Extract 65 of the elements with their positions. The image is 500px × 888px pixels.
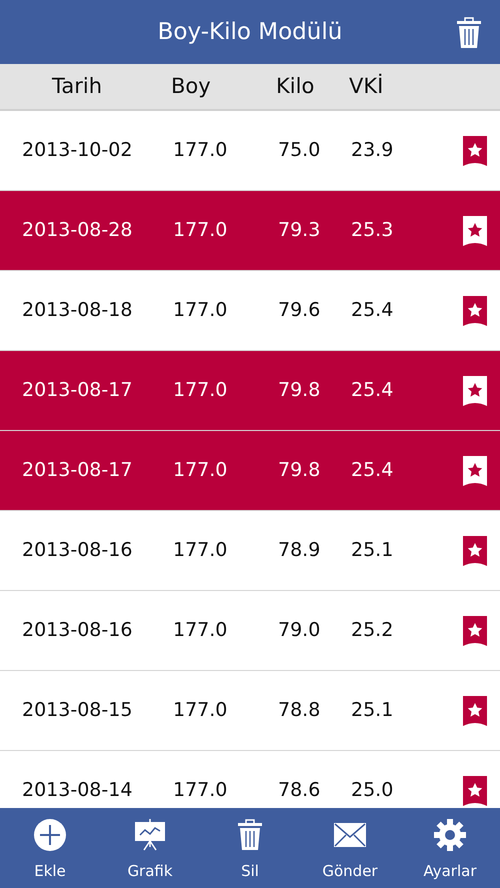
table-cell-text: 177.0 — [173, 378, 228, 404]
table-cell-text: 177.0 — [173, 298, 228, 324]
table-cell-text: 25.1 — [351, 538, 394, 564]
table-cell-text: 2013-08-14 — [22, 778, 132, 804]
table-cell-text: 2013-10-02 — [22, 138, 132, 164]
screen-title: Boy-Kilo Modülü — [158, 18, 342, 47]
table-cell-text: 78.6 — [278, 778, 320, 804]
table-cell-text: 79.8 — [278, 458, 320, 484]
settings-tab[interactable]: Ayarlar — [400, 814, 500, 882]
table-cell-text: 2013-08-17 — [22, 378, 132, 404]
bookmark-star-icon[interactable] — [463, 776, 487, 806]
add-icon — [34, 818, 66, 851]
column-header: Boy — [171, 72, 211, 100]
bookmark-star-icon[interactable] — [463, 456, 487, 486]
table-cell-text: 25.4 — [351, 378, 394, 404]
bookmark-star-icon[interactable] — [463, 616, 487, 646]
table-cell-text: 177.0 — [173, 138, 228, 164]
table-cell-text: 25.4 — [351, 298, 394, 324]
table-cell-text: 78.9 — [278, 538, 320, 564]
table-cell-text: 25.4 — [351, 458, 394, 484]
send-tab[interactable]: Gönder — [300, 814, 400, 882]
table-cell-text: 79.0 — [278, 618, 320, 644]
table-row[interactable]: 2013-08-17 177.0 79.8 25.4 — [0, 351, 500, 431]
delete-button[interactable] — [456, 17, 482, 49]
chart-tab[interactable]: Grafik — [100, 814, 200, 882]
table-cell-text: 177.0 — [173, 218, 228, 244]
table-cell-text: 79.6 — [278, 298, 320, 324]
table-cell-text: 2013-08-16 — [22, 618, 132, 644]
table-cell-text: 2013-08-16 — [22, 538, 132, 564]
column-header: Tarih — [52, 72, 102, 100]
table-cell-text: 177.0 — [173, 778, 228, 804]
bookmark-star-icon[interactable] — [463, 536, 487, 566]
table-cell-text: 2013-08-17 — [22, 458, 132, 484]
column-header: VKİ — [349, 72, 384, 100]
table-cell-text: 25.2 — [351, 618, 394, 644]
settings-icon — [434, 818, 466, 851]
trash-icon — [456, 17, 482, 49]
table-cell-text: 177.0 — [173, 538, 228, 564]
table-cell-text: 25.0 — [351, 778, 394, 804]
table-cell-text: 23.9 — [351, 138, 394, 164]
trash-icon — [237, 818, 263, 851]
table-cell-text: 79.8 — [278, 378, 320, 404]
chart-board-icon — [134, 818, 166, 851]
bookmark-star-icon[interactable] — [463, 376, 487, 406]
table-cell-text: 2013-08-18 — [22, 298, 132, 324]
column-header: Kilo — [276, 72, 314, 100]
bookmark-star-icon[interactable] — [463, 296, 487, 326]
table-cell-text: 25.1 — [351, 698, 394, 724]
table-cell-text: 177.0 — [173, 698, 228, 724]
delete-tab[interactable]: Sil — [200, 814, 300, 882]
table-cell-text: 75.0 — [278, 138, 320, 164]
table-cell-text: 2013-08-15 — [22, 698, 132, 724]
table-cell-text: 177.0 — [173, 458, 228, 484]
mail-icon — [334, 822, 366, 847]
table-cell-text: 177.0 — [173, 618, 228, 644]
bookmark-star-icon[interactable] — [463, 136, 487, 166]
bookmark-star-icon[interactable] — [463, 216, 487, 246]
table-cell-text: 78.8 — [278, 698, 320, 724]
bookmark-star-icon[interactable] — [463, 696, 487, 726]
table-cell-text: 25.3 — [351, 218, 394, 244]
table-row[interactable]: 2013-08-17 177.0 79.8 25.4 — [0, 431, 500, 511]
add-tab[interactable]: Ekle — [0, 814, 100, 882]
table-cell-text: 2013-08-28 — [22, 218, 132, 244]
table-row[interactable]: 2013-08-28 177.0 79.3 25.3 — [0, 191, 500, 271]
table-cell-text: 79.3 — [278, 218, 320, 244]
